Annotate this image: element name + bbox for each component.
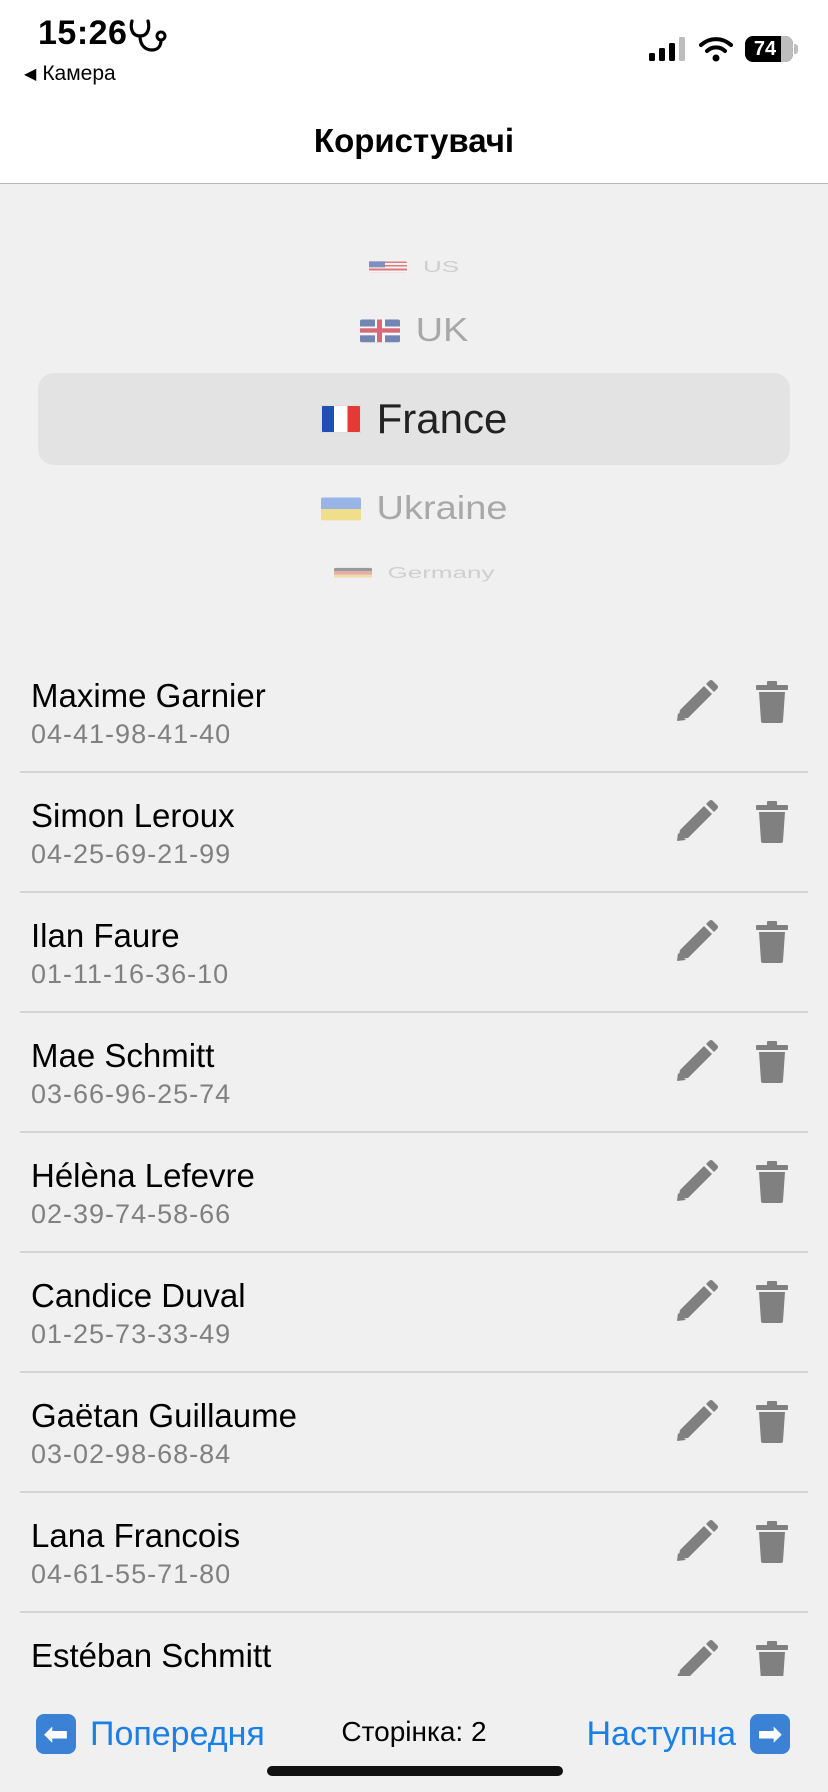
edit-pencil-icon[interactable] [674,799,718,849]
right-arrow-icon: ➡ [750,1714,790,1754]
delete-trash-icon[interactable] [756,681,788,723]
user-phone: 01-11-16-36-10 [31,959,230,989]
users-list[interactable]: Maxime Garnier 04-41-98-41-40 Simon Leroux… [20,653,808,1676]
next-page-button[interactable]: Наступна ➡ [586,1714,790,1754]
status-time: 15:26 [38,14,128,52]
next-page-label: Наступна [586,1714,736,1753]
user-phone: 03-66-96-25-74 [31,1079,232,1109]
delete-trash-icon[interactable] [756,1641,788,1676]
flag-uk-icon [359,319,400,343]
picker-option-uk[interactable]: UK [0,311,828,350]
user-row[interactable]: Maxime Garnier 04-41-98-41-40 [20,653,808,773]
navigation-bar: Користувачі [0,100,828,184]
user-name: Candice Duval [31,1277,246,1314]
edit-pencil-icon[interactable] [674,1399,718,1449]
user-name: Simon Leroux [31,797,235,834]
picker-option-france[interactable]: France [0,392,828,443]
edit-pencil-icon[interactable] [674,679,718,729]
back-app-label: Камера [42,62,116,85]
delete-trash-icon[interactable] [756,1041,788,1083]
delete-trash-icon[interactable] [756,1161,788,1203]
flag-france-icon [320,404,361,433]
user-phone: 02-39-74-58-66 [31,1199,232,1229]
flag-us-icon [368,261,407,273]
edit-pencil-icon[interactable] [674,1639,718,1676]
user-phone: 04-25-69-21-99 [31,839,232,869]
home-indicator[interactable] [267,1766,563,1776]
back-to-camera-link[interactable]: ◀ Камера [24,62,116,86]
battery-level: 74 [753,37,777,60]
delete-trash-icon[interactable] [756,921,788,963]
delete-trash-icon[interactable] [756,1521,788,1563]
picker-option-ukraine[interactable]: Ukraine [0,489,828,528]
edit-pencil-icon[interactable] [674,1519,718,1569]
country-picker[interactable]: US UK France Ukraine Germany [0,184,828,624]
delete-trash-icon[interactable] [756,1281,788,1323]
flag-ukraine-icon [320,497,361,521]
stethoscope-icon [129,19,167,52]
wifi-icon [699,37,733,62]
status-bar: 15:26 ◀ Камера 74 [0,0,828,100]
user-row[interactable]: Simon Leroux 04-25-69-21-99 [20,773,808,893]
system-icons: 74 [649,36,798,62]
user-name: Estéban Schmitt [31,1637,272,1674]
edit-pencil-icon[interactable] [674,919,718,969]
pagination-bar: ⬅ Попередня Сторінка: 2 Наступна ➡ [0,1690,828,1792]
user-row[interactable]: Hélèna Lefevre 02-39-74-58-66 [20,1133,808,1253]
user-phone: 04-41-98-41-40 [31,719,232,749]
user-name: Ilan Faure [31,917,180,954]
user-row[interactable]: Lana Francois 04-61-55-71-80 [20,1493,808,1613]
user-row[interactable]: Mae Schmitt 03-66-96-25-74 [20,1013,808,1133]
page-title: Користувачі [313,122,515,159]
user-phone: 01-25-73-33-49 [31,1319,232,1349]
edit-pencil-icon[interactable] [674,1159,718,1209]
cellular-signal-icon [649,37,685,61]
user-name: Gaëtan Guillaume [31,1397,297,1434]
flag-germany-icon [333,568,372,578]
user-row[interactable]: Ilan Faure 01-11-16-36-10 [20,893,808,1013]
picker-option-germany[interactable]: Germany [0,563,828,583]
user-row[interactable]: Estéban Schmitt [20,1613,808,1676]
user-row[interactable]: Candice Duval 01-25-73-33-49 [20,1253,808,1373]
user-phone: 03-02-98-68-84 [31,1439,232,1469]
edit-pencil-icon[interactable] [674,1039,718,1089]
user-phone: 04-61-55-71-80 [31,1559,232,1589]
delete-trash-icon[interactable] [756,801,788,843]
edit-pencil-icon[interactable] [674,1279,718,1329]
user-name: Hélèna Lefevre [31,1157,255,1194]
delete-trash-icon[interactable] [756,1401,788,1443]
user-name: Lana Francois [31,1517,241,1554]
battery-indicator: 74 [745,36,793,62]
user-name: Maxime Garnier [31,677,266,714]
picker-option-us[interactable]: US [0,257,828,277]
user-name: Mae Schmitt [31,1037,215,1074]
back-triangle-icon: ◀ [24,66,37,83]
user-row[interactable]: Gaëtan Guillaume 03-02-98-68-84 [20,1373,808,1493]
